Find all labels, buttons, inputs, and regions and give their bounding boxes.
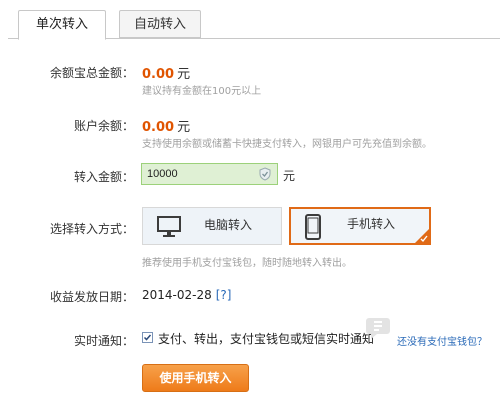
balance-label: 余额宝总金额： [50, 66, 135, 80]
notify-checkbox[interactable] [142, 332, 153, 343]
account-amount: 0.00 [142, 120, 175, 135]
phone-transfer-label: 手机转入 [347, 217, 396, 231]
income-date-value: 2014-02-28 [?] [142, 288, 231, 302]
phone-transfer-option[interactable]: 手机转入 [289, 207, 431, 245]
pc-transfer-label: 电脑转入 [204, 218, 253, 232]
selected-check-icon [415, 229, 429, 243]
account-label: 账户余额： [73, 119, 134, 133]
tab-auto-transfer[interactable]: 自动转入 [119, 10, 201, 38]
account-hint: 支持使用余额或储蓄卡快捷支付转入，网银用户可先充值到余额。 [142, 139, 432, 150]
method-hint: 推荐使用手机支付宝钱包，随时随地转入转出。 [142, 258, 352, 269]
balance-value: 0.00 元 [142, 63, 190, 82]
balance-unit: 元 [177, 67, 191, 82]
tab-single-transfer[interactable]: 单次转入 [18, 10, 106, 40]
shield-icon [259, 167, 271, 181]
method-label: 选择转入方式： [50, 222, 135, 236]
income-date-label: 收益发放日期： [50, 290, 135, 304]
submit-phone-transfer-button[interactable]: 使用手机转入 [142, 364, 249, 392]
notify-label: 实时通知： [73, 334, 134, 348]
transfer-unit: 元 [283, 169, 296, 183]
tab-bar: 单次转入 自动转入 [0, 0, 500, 40]
balance-hint: 建议持有金额在100元以上 [142, 86, 262, 97]
account-value: 0.00 元 [142, 116, 190, 135]
pc-transfer-option[interactable]: 电脑转入 [142, 207, 282, 245]
income-date-help-link[interactable]: [?] [216, 288, 232, 302]
transfer-amount-label: 转入金额： [73, 170, 134, 184]
income-date-text: 2014-02-28 [142, 288, 212, 302]
monitor-icon [157, 216, 181, 237]
balance-amount: 0.00 [142, 67, 175, 82]
wallet-chat-icon [366, 318, 390, 339]
checkmark-icon [143, 334, 152, 341]
account-unit: 元 [177, 120, 191, 135]
no-wallet-link[interactable]: 还没有支付宝钱包？ [397, 333, 487, 348]
phone-icon [305, 214, 321, 240]
notify-text: 支付、转出，支付宝钱包或短信实时通知 [158, 332, 375, 346]
